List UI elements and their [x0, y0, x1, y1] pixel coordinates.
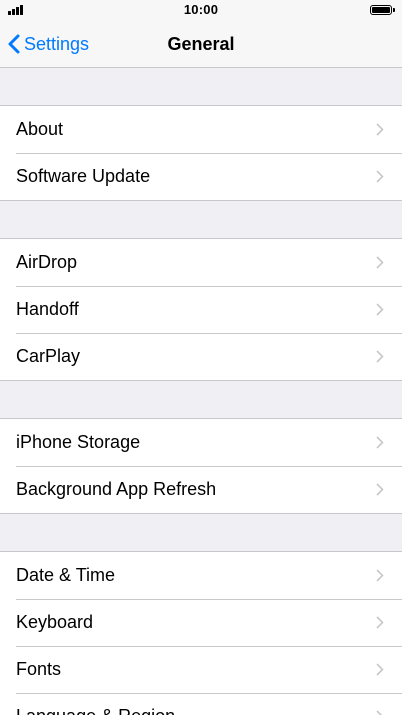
page-title: General [167, 34, 235, 54]
row-handoff[interactable]: Handoff [0, 286, 402, 333]
row-keyboard[interactable]: Keyboard [0, 599, 402, 646]
row-background-app-refresh[interactable]: Background App Refresh [0, 466, 402, 513]
navigation-bar: Settings General [0, 20, 402, 68]
section-spacer [0, 381, 402, 419]
settings-group: About Software Update [0, 106, 402, 201]
section-spacer [0, 201, 402, 239]
chevron-right-icon [376, 170, 384, 183]
status-bar: 10:00 [0, 0, 402, 20]
chevron-right-icon [376, 483, 384, 496]
row-software-update[interactable]: Software Update [0, 153, 402, 200]
chevron-right-icon [376, 663, 384, 676]
row-label: Date & Time [16, 565, 116, 585]
row-about[interactable]: About [0, 106, 402, 153]
status-time: 10:00 [183, 2, 219, 17]
row-date-time[interactable]: Date & Time [0, 552, 402, 599]
row-iphone-storage[interactable]: iPhone Storage [0, 419, 402, 466]
row-label: CarPlay [16, 346, 81, 366]
row-carplay[interactable]: CarPlay [0, 333, 402, 380]
settings-group: AirDrop Handoff CarPlay [0, 239, 402, 381]
battery-icon [370, 5, 392, 15]
row-label: Software Update [16, 166, 151, 186]
row-airdrop[interactable]: AirDrop [0, 239, 402, 286]
row-label: Background App Refresh [16, 479, 217, 499]
row-label: Handoff [16, 299, 79, 319]
row-fonts[interactable]: Fonts [0, 646, 402, 693]
settings-group: iPhone Storage Background App Refresh [0, 419, 402, 514]
row-label: AirDrop [16, 252, 78, 272]
chevron-right-icon [376, 710, 383, 715]
chevron-right-icon [376, 350, 384, 363]
chevron-right-icon [376, 123, 384, 136]
settings-group: Date & Time Keyboard Fonts Language & Re… [0, 552, 402, 715]
chevron-right-icon [376, 436, 384, 449]
row-label: About [16, 119, 64, 139]
row-label: iPhone Storage [16, 432, 141, 452]
chevron-right-icon [376, 616, 384, 629]
chevron-right-icon [376, 303, 384, 316]
section-spacer [0, 514, 402, 552]
row-label: Language & Region [16, 706, 175, 715]
row-label: Fonts [16, 659, 62, 679]
row-language-region[interactable]: Language & Region [0, 693, 402, 715]
section-spacer [0, 68, 402, 106]
chevron-right-icon [376, 569, 384, 582]
battery-tip [393, 8, 395, 12]
settings-list[interactable]: About Software Update AirDrop Handoff Ca… [0, 68, 402, 715]
row-label: Keyboard [16, 612, 94, 632]
chevron-right-icon [376, 256, 384, 269]
